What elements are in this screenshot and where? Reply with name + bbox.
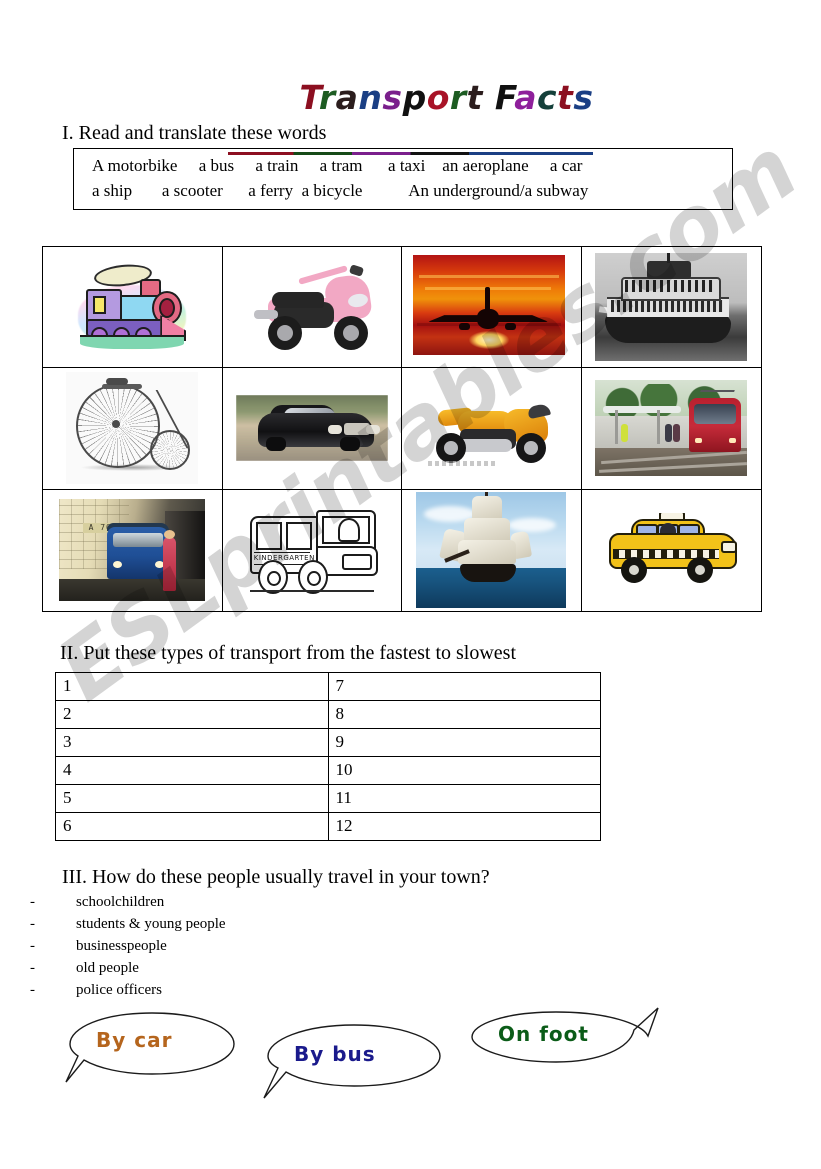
list-item: - old people — [30, 960, 530, 982]
order-cell-right[interactable]: 8 — [327, 700, 601, 729]
grid-cell-tram — [581, 368, 761, 490]
bubble-by-bus-text: By bus — [294, 1042, 376, 1066]
order-cell-right[interactable]: 12 — [327, 812, 601, 841]
order-cell-right[interactable]: 10 — [327, 756, 601, 785]
list-item-label: old people — [76, 960, 139, 976]
bubble-by-bus: By bus — [258, 1020, 448, 1102]
word-bank-box: A motorbike a bus a train a tram a taxi … — [73, 148, 733, 210]
table-row: 6 12 — [55, 812, 601, 841]
motorbike-image — [416, 385, 566, 471]
title-letter: T — [299, 77, 319, 117]
tram-image — [595, 380, 748, 477]
title-letter — [483, 78, 495, 117]
table-row: 28 — [55, 700, 601, 729]
picture-grid: A 70 KINDERGARTEN — [42, 246, 762, 612]
bubble-on-foot: On foot — [462, 1000, 662, 1078]
order-cell-left[interactable]: 3 — [55, 728, 329, 757]
worksheet-page: Transport Facts I. Read and translate th… — [0, 0, 821, 1169]
table-row: 17 — [55, 672, 601, 701]
table-row: 5 11 — [55, 784, 601, 813]
grid-cell-bus: KINDERGARTEN — [222, 489, 402, 611]
title-letter: n — [358, 77, 383, 117]
list-bullet: - — [30, 960, 35, 976]
order-cell-right[interactable]: 7 — [327, 672, 601, 701]
ferry-image — [595, 253, 748, 362]
bubble-by-car-text: By car — [96, 1028, 173, 1052]
grid-cell-train — [43, 247, 223, 369]
title-letter: r — [318, 77, 336, 117]
bubble-on-foot-text: On foot — [498, 1022, 589, 1046]
table-row: 39 — [55, 728, 601, 757]
word-bank-line-1: A motorbike a bus a train a tram a taxi … — [92, 156, 583, 175]
title-letter: p — [402, 77, 427, 117]
car-image — [235, 395, 388, 462]
people-list: - schoolchildren - students & young people -… — [30, 894, 530, 1004]
scooter-image — [242, 254, 382, 360]
ordering-table: 1 7 2 8 3 9 4 10 5 11 6 12 — [55, 672, 601, 841]
section-3-heading: III. How do these people usually travel … — [62, 866, 490, 888]
title-letter: t — [466, 77, 483, 117]
grid-cell-aeroplane — [402, 247, 582, 369]
title-letter: o — [426, 77, 450, 117]
title-letter: s — [382, 77, 403, 117]
underground-image: A 70 — [59, 499, 206, 602]
order-cell-left[interactable]: 5 — [55, 784, 329, 813]
grid-cell-car — [222, 368, 402, 490]
grid-cell-ferry — [581, 247, 761, 369]
order-cell-right[interactable]: 11 — [327, 784, 601, 813]
train-image — [72, 259, 192, 355]
taxi-image — [603, 513, 739, 587]
section-2-heading: II. Put these types of transport from th… — [60, 642, 517, 664]
section-1-heading: I. Read and translate these words — [62, 122, 327, 144]
aeroplane-image — [411, 253, 572, 362]
order-cell-left[interactable]: 2 — [55, 700, 329, 729]
title-letter: s — [573, 77, 594, 117]
list-bullet: - — [30, 982, 35, 998]
bicycle-image — [66, 372, 199, 485]
order-cell-left[interactable]: 4 — [55, 756, 329, 785]
title-letter: F — [494, 77, 515, 117]
bubble-by-car: By car — [62, 1008, 242, 1088]
list-bullet: - — [30, 938, 35, 954]
grid-cell-motorbike — [402, 368, 582, 490]
list-item-label: businesspeople — [76, 938, 167, 954]
title-letter: a — [335, 77, 359, 117]
list-item-label: students & young people — [76, 916, 226, 932]
list-item-label: schoolchildren — [76, 894, 165, 910]
grid-cell-taxi — [581, 489, 761, 611]
word-bank-line-2: a ship a scooter a ferry a bicycle An un… — [92, 181, 589, 200]
list-item: - students & young people — [30, 916, 530, 938]
grid-cell-underground: A 70 — [43, 489, 223, 611]
title-letter: a — [514, 77, 537, 117]
list-bullet: - — [30, 916, 35, 932]
order-cell-left[interactable]: 1 — [55, 672, 329, 701]
order-cell-right[interactable]: 9 — [327, 728, 601, 757]
list-item: - businesspeople — [30, 938, 530, 960]
list-bullet: - — [30, 894, 35, 910]
list-item: - schoolchildren — [30, 894, 530, 916]
list-item: - police officers — [30, 982, 530, 1004]
bus-image: KINDERGARTEN — [242, 500, 382, 600]
title-letter: c — [536, 77, 558, 117]
table-row: 4 10 — [55, 756, 601, 785]
list-item-label: police officers — [76, 982, 162, 998]
ship-image — [416, 492, 567, 609]
grid-cell-bicycle — [43, 368, 223, 490]
grid-cell-scooter — [222, 247, 402, 369]
title-letter: t — [557, 77, 574, 117]
order-cell-left[interactable]: 6 — [55, 812, 329, 841]
grid-cell-ship — [402, 489, 582, 611]
title-letter: r — [449, 77, 467, 117]
